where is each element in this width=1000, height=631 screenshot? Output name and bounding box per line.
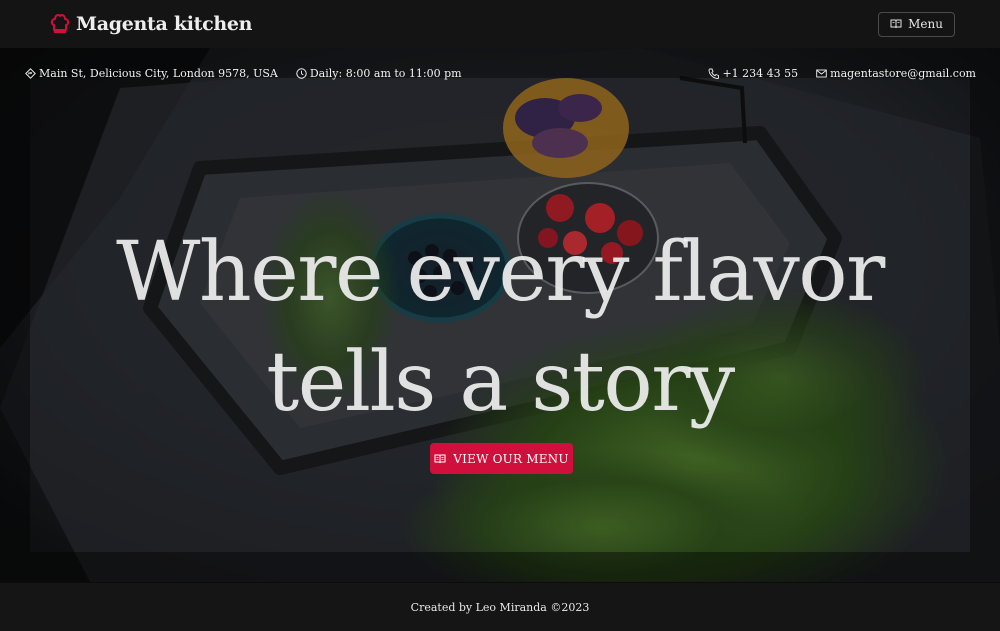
hours-text: Daily: 8:00 am to 11:00 pm [309,66,462,80]
hero-headline-line-1: Where every flavor [116,225,885,320]
menu-button-label: Menu [908,17,943,31]
phone-text: +1 234 43 55 [722,66,799,80]
hero-headline-line-2: tells a story [266,335,735,430]
email-text: magentastore@gmail.com [830,66,976,80]
view-menu-button[interactable]: VIEW OUR MENU [430,443,573,474]
book-icon [434,454,446,463]
book-icon [890,19,902,29]
menu-button[interactable]: Menu [878,11,955,37]
phone-info[interactable]: +1 234 43 55 [708,67,798,80]
email-info[interactable]: magentastore@gmail.com [816,67,976,80]
info-group-left: Main St, Delicious City, London 9578, US… [25,67,462,80]
chef-hat-icon [50,14,70,33]
location-diamond-icon [25,67,36,79]
view-menu-button-label: VIEW OUR MENU [453,451,569,466]
address-text: Main St, Delicious City, London 9578, US… [39,66,278,80]
phone-icon [709,68,720,79]
navbar: Magenta kitchen Menu [0,0,1000,48]
address-info: Main St, Delicious City, London 9578, US… [25,67,278,80]
info-bar: Main St, Delicious City, London 9578, US… [0,64,1000,82]
hours-info: Daily: 8:00 am to 11:00 pm [296,67,462,80]
footer: Created by Leo Miranda ©2023 [0,582,1000,631]
envelope-icon [816,69,827,77]
info-group-right: +1 234 43 55 magentastore@gmail.com [708,67,976,80]
hero-headline: Where every flavor tells a story [0,218,1000,438]
brand-name: Magenta kitchen [76,13,253,35]
clock-icon [296,67,307,79]
footer-credit: Created by Leo Miranda ©2023 [410,600,590,614]
brand[interactable]: Magenta kitchen [50,13,252,35]
hero-section: Main St, Delicious City, London 9578, US… [0,48,1000,582]
